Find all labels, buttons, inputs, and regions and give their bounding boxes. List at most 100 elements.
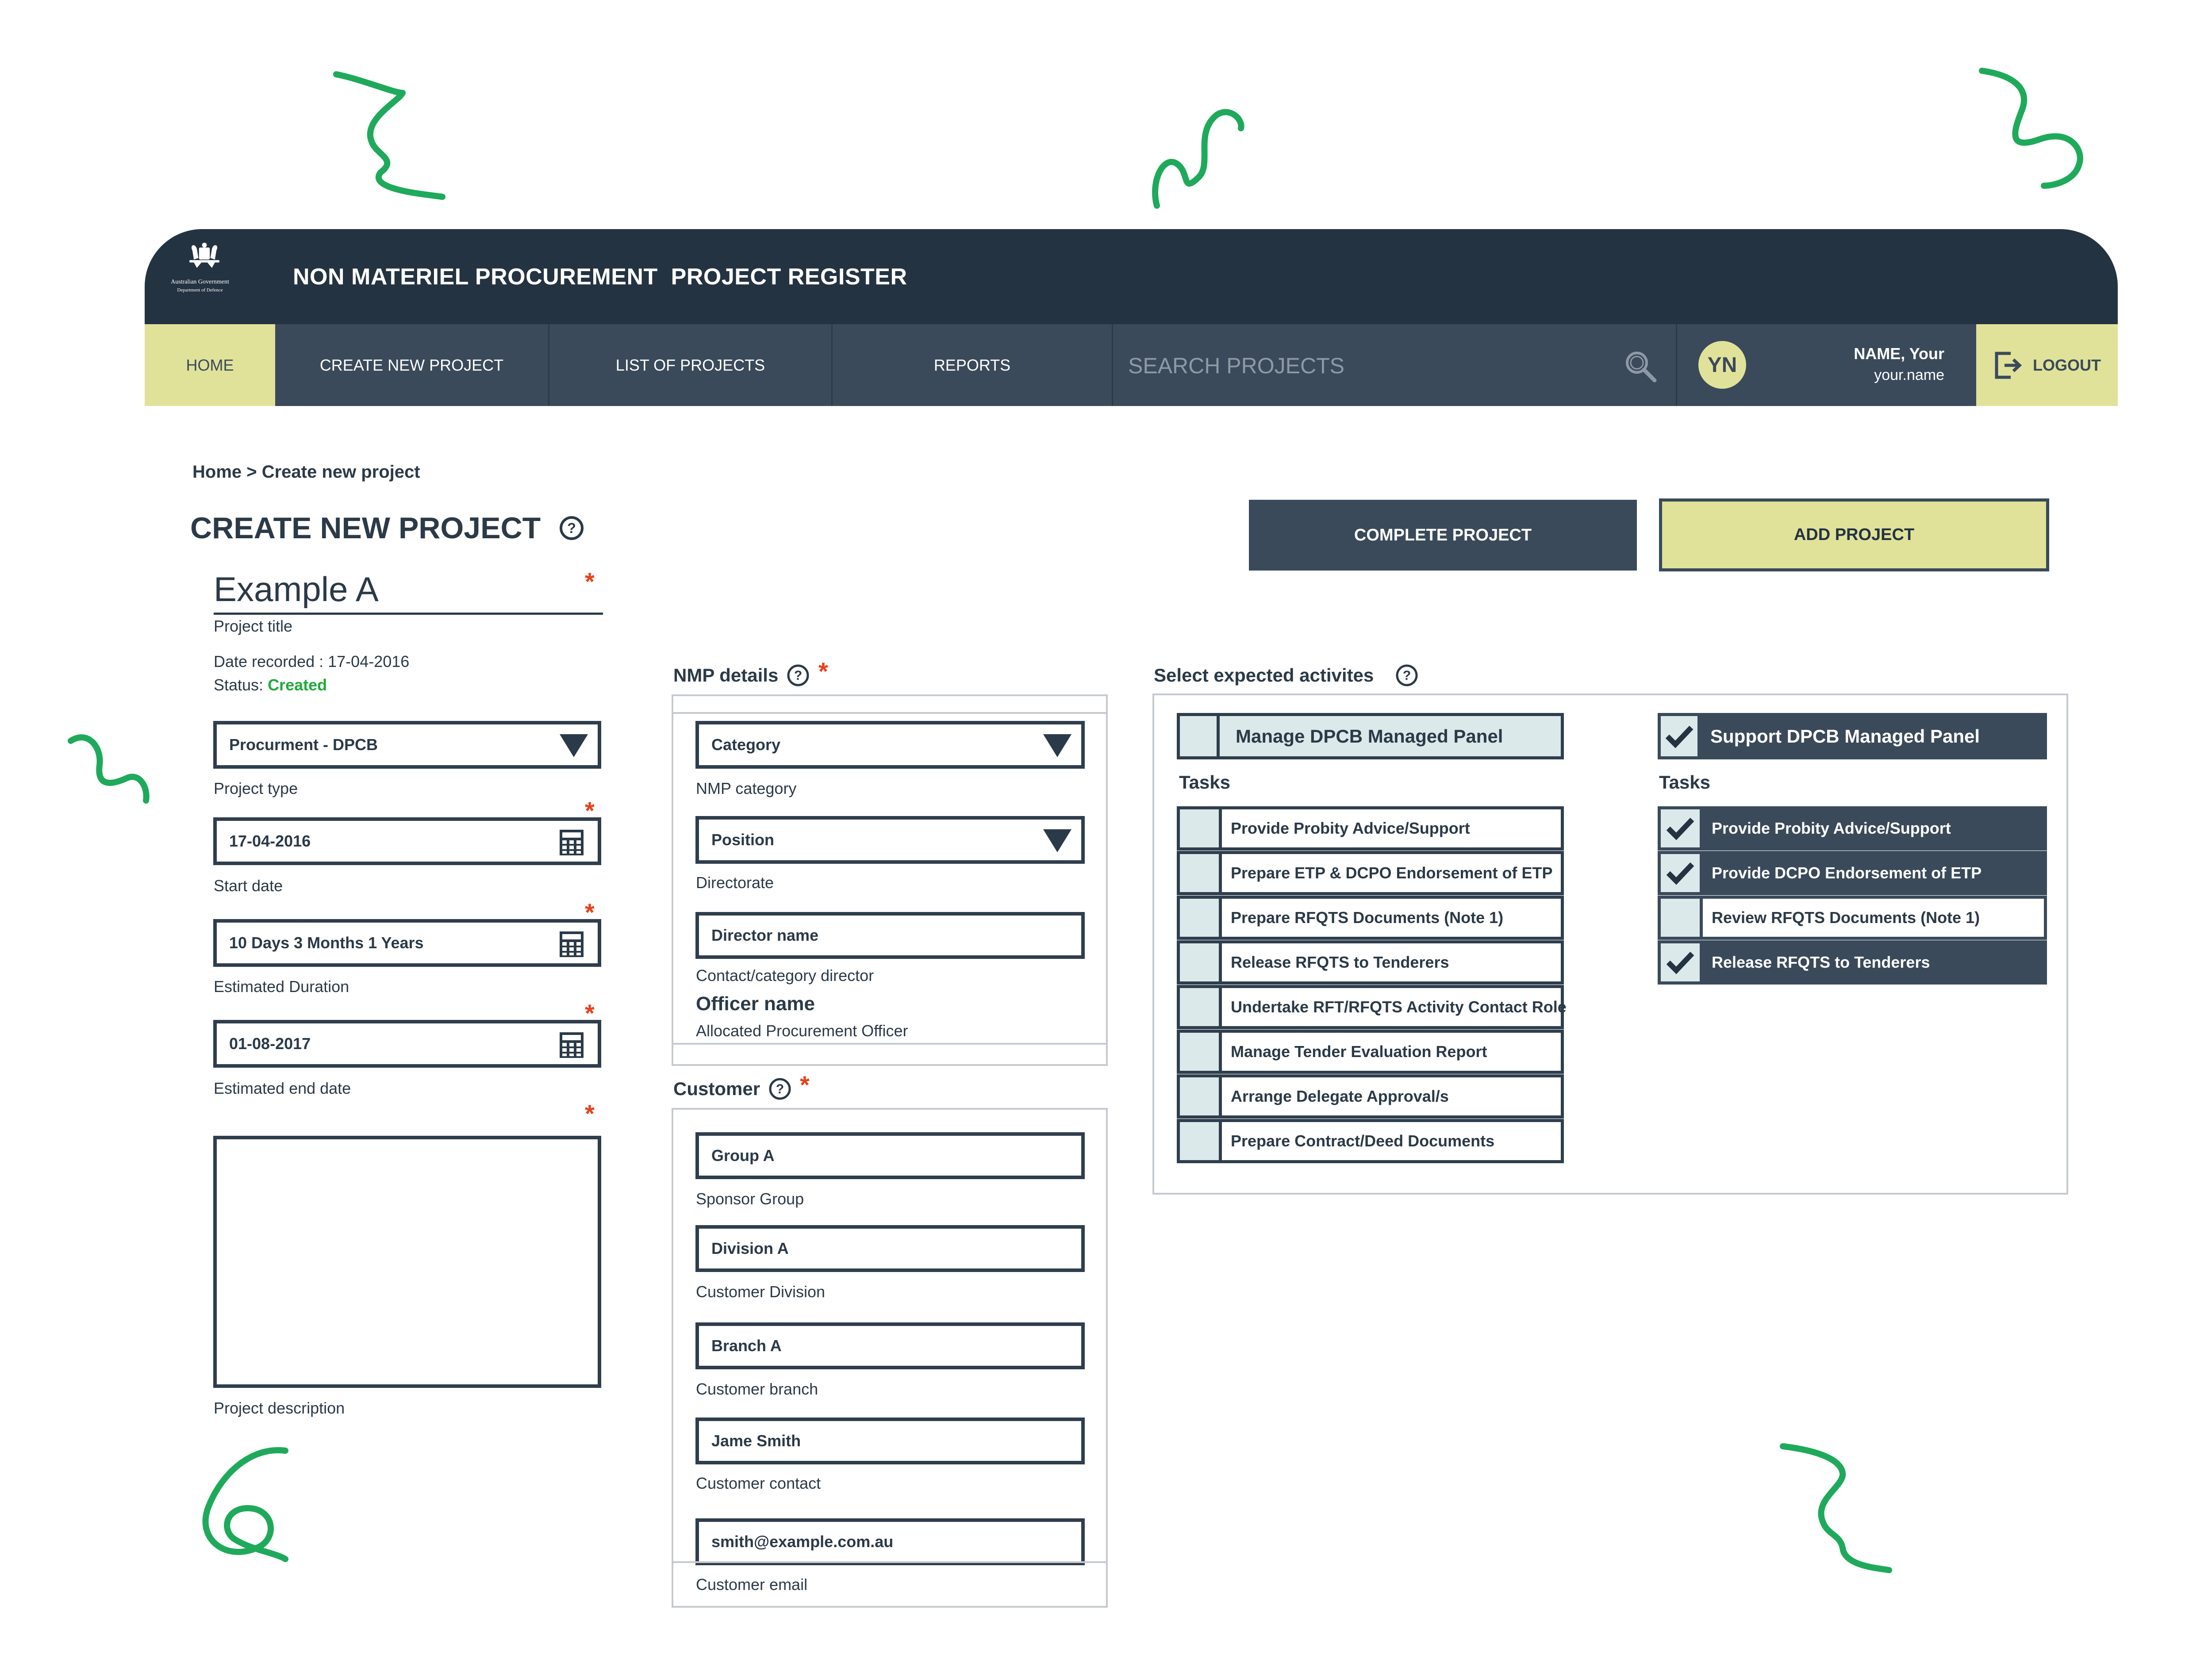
directorate-label: Directorate bbox=[696, 874, 774, 892]
project-description-textarea[interactable] bbox=[213, 1136, 601, 1388]
project-type-value: Procurment - DPCB bbox=[229, 736, 378, 754]
task-checkbox[interactable] bbox=[1180, 943, 1222, 981]
nav-home[interactable]: HOME bbox=[145, 324, 275, 406]
support-tasks-title: Tasks bbox=[1659, 772, 1710, 793]
nav-list-of-projects[interactable]: LIST OF PROJECTS bbox=[549, 324, 833, 406]
task-label: Provide DCPO Endorsement of ETP bbox=[1712, 864, 1982, 882]
estimated-duration-label: Estimated Duration bbox=[214, 977, 349, 996]
coat-of-arms-logo bbox=[189, 242, 219, 268]
required-marker: * bbox=[585, 567, 595, 595]
manage-dpcb-panel-header[interactable]: Manage DPCB Managed Panel bbox=[1177, 713, 1564, 759]
calculator-icon[interactable] bbox=[559, 829, 584, 856]
task-row[interactable]: Undertake RFT/RFQTS Activity Contact Rol… bbox=[1177, 985, 1567, 1029]
checkmark-icon bbox=[1666, 862, 1694, 885]
project-status: Status: Created bbox=[214, 676, 327, 694]
nav-reports[interactable]: REPORTS bbox=[833, 324, 1113, 406]
calculator-icon[interactable] bbox=[559, 1031, 584, 1059]
search-input[interactable] bbox=[1127, 349, 1616, 383]
calculator-icon[interactable] bbox=[559, 931, 584, 958]
task-checkbox[interactable] bbox=[1180, 899, 1222, 937]
squiggle-decoration bbox=[1152, 109, 1244, 209]
customer-division-input[interactable]: Division A bbox=[695, 1225, 1085, 1272]
estimated-end-date-field[interactable]: 01-08-2017 bbox=[213, 1020, 601, 1068]
avatar[interactable]: YN bbox=[1698, 341, 1746, 389]
task-label: Undertake RFT/RFQTS Activity Contact Rol… bbox=[1231, 998, 1567, 1016]
project-type-select[interactable]: Procurment - DPCB bbox=[213, 721, 601, 769]
task-label: Arrange Delegate Approval/s bbox=[1231, 1087, 1449, 1105]
customer-heading: Customer ? bbox=[673, 1077, 792, 1101]
logout-label: LOGOUT bbox=[2033, 356, 2101, 374]
allocated-procurement-officer-label: Allocated Procurement Officer bbox=[696, 1022, 908, 1040]
task-checkbox[interactable] bbox=[1180, 1122, 1222, 1160]
customer-division-label: Customer Division bbox=[696, 1283, 826, 1301]
start-date-field[interactable]: 17-04-2016 bbox=[213, 817, 601, 865]
sponsor-group-value: Group A bbox=[711, 1146, 775, 1165]
task-checkbox[interactable] bbox=[1180, 1033, 1222, 1071]
task-row[interactable]: Release RFQTS to Tenderers bbox=[1658, 940, 2047, 985]
breadcrumb[interactable]: Home > Create new project bbox=[192, 462, 420, 482]
project-type-label: Project type bbox=[214, 779, 298, 797]
sponsor-group-input[interactable]: Group A bbox=[695, 1132, 1085, 1179]
task-checkbox[interactable] bbox=[1180, 1077, 1222, 1115]
required-marker: * bbox=[818, 657, 828, 685]
nav-create-new-project[interactable]: CREATE NEW PROJECT bbox=[275, 324, 549, 406]
app-frame: Australian Government Department of Defe… bbox=[145, 229, 2118, 406]
search-icon[interactable] bbox=[1623, 349, 1658, 384]
help-icon[interactable]: ? bbox=[786, 663, 810, 687]
support-dpcb-panel-header[interactable]: Support DPCB Managed Panel bbox=[1658, 713, 2047, 759]
task-checkbox[interactable] bbox=[1661, 854, 1703, 892]
nmp-category-label: NMP category bbox=[696, 779, 797, 797]
task-row[interactable]: Provide Probity Advice/Support bbox=[1177, 806, 1564, 851]
svg-text:?: ? bbox=[567, 520, 576, 536]
customer-contact-input[interactable]: Jame Smith bbox=[695, 1418, 1085, 1464]
task-checkbox[interactable] bbox=[1180, 988, 1222, 1026]
task-row[interactable]: Release RFQTS to Tenderers bbox=[1177, 940, 1564, 985]
customer-email-input[interactable]: smith@example.com.au bbox=[695, 1518, 1085, 1565]
panel-divider bbox=[672, 1043, 1108, 1045]
add-project-button[interactable]: ADD PROJECT bbox=[1659, 498, 2049, 571]
task-checkbox[interactable] bbox=[1180, 809, 1222, 847]
logout-button[interactable]: LOGOUT bbox=[1976, 324, 2118, 406]
task-row[interactable]: Review RFQTS Documents (Note 1) bbox=[1658, 896, 2047, 940]
estimated-duration-field[interactable]: 10 Days 3 Months 1 Years bbox=[213, 919, 601, 967]
required-marker: * bbox=[800, 1071, 810, 1099]
task-row[interactable]: Provide Probity Advice/Support bbox=[1658, 806, 2047, 851]
task-checkbox[interactable] bbox=[1661, 899, 1703, 937]
estimated-end-date-label: Estimated end date bbox=[214, 1079, 351, 1097]
directorate-select[interactable]: Position bbox=[695, 816, 1085, 864]
help-icon[interactable]: ? bbox=[768, 1077, 792, 1101]
customer-email-value: smith@example.com.au bbox=[711, 1533, 894, 1551]
squiggle-decoration bbox=[68, 734, 150, 804]
support-dpcb-checkbox[interactable] bbox=[1661, 716, 1701, 756]
start-date-label: Start date bbox=[214, 877, 283, 895]
panel-divider bbox=[672, 712, 1108, 714]
start-date-value: 17-04-2016 bbox=[229, 832, 311, 850]
search-bar bbox=[1112, 324, 1677, 406]
sponsor-group-label: Sponsor Group bbox=[696, 1190, 804, 1208]
task-row[interactable]: Prepare RFQTS Documents (Note 1) bbox=[1177, 896, 1564, 940]
task-row[interactable]: Provide DCPO Endorsement of ETP bbox=[1658, 851, 2047, 895]
task-row[interactable]: Prepare ETP & DCPO Endorsement of ETP bbox=[1177, 851, 1564, 895]
activities-title: Select expected activites bbox=[1154, 665, 1374, 686]
help-icon[interactable]: ? bbox=[1395, 663, 1419, 687]
task-row[interactable]: Manage Tender Evaluation Report bbox=[1177, 1030, 1564, 1074]
task-row[interactable]: Prepare Contract/Deed Documents bbox=[1177, 1119, 1564, 1163]
contact-category-director-label: Contact/category director bbox=[696, 966, 874, 985]
project-title-input[interactable] bbox=[214, 566, 603, 615]
help-icon[interactable]: ? bbox=[558, 515, 585, 541]
nmp-category-select[interactable]: Category bbox=[695, 721, 1085, 769]
task-checkbox[interactable] bbox=[1180, 854, 1222, 892]
nmp-category-value: Category bbox=[711, 736, 781, 754]
customer-division-value: Division A bbox=[711, 1239, 789, 1257]
task-label: Review RFQTS Documents (Note 1) bbox=[1712, 908, 1980, 927]
customer-branch-input[interactable]: Branch A bbox=[695, 1322, 1085, 1369]
task-checkbox[interactable] bbox=[1661, 809, 1703, 847]
chevron-down-icon bbox=[560, 734, 588, 757]
manage-dpcb-checkbox[interactable] bbox=[1180, 716, 1220, 756]
director-name-input[interactable]: Director name bbox=[695, 912, 1085, 959]
task-row[interactable]: Arrange Delegate Approval/s bbox=[1177, 1074, 1564, 1119]
chevron-down-icon bbox=[1043, 734, 1071, 757]
complete-project-button[interactable]: COMPLETE PROJECT bbox=[1249, 500, 1637, 571]
crest-text-government: Australian Government bbox=[171, 279, 229, 285]
task-checkbox[interactable] bbox=[1661, 943, 1703, 981]
